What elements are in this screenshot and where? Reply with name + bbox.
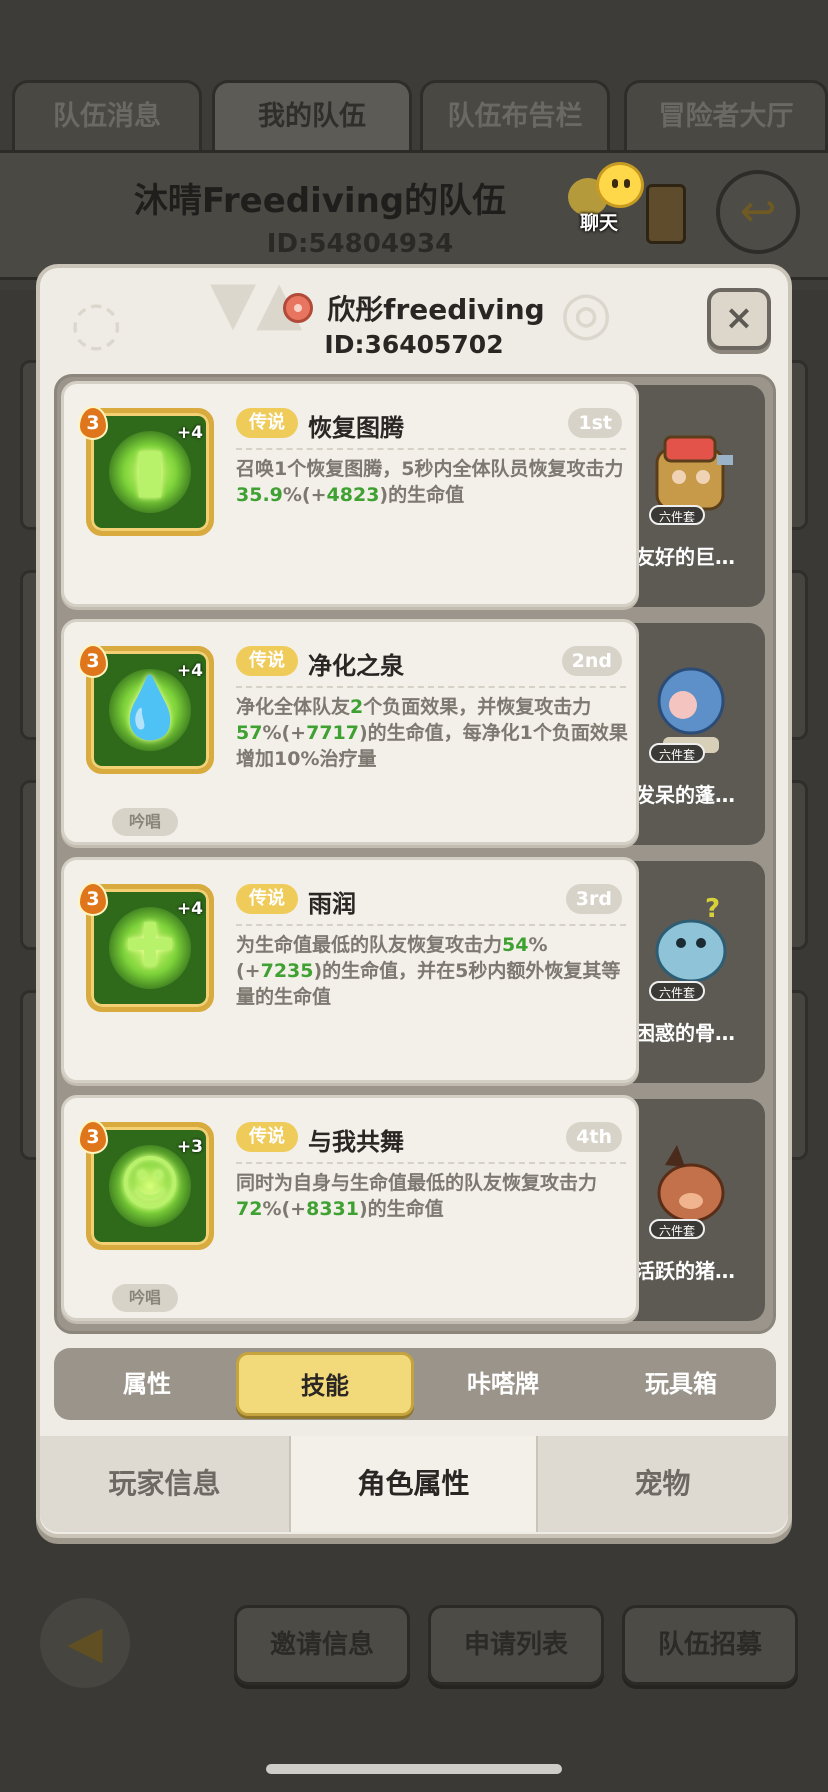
skill-name: 恢复图腾 [308,414,404,442]
rank-tag: 2nd [561,646,622,676]
skill-row: 六件套 友好的巨… ▮ +4 3 传说 恢复图腾 1st 召唤1个恢复图腾，5秒… [57,379,773,609]
skill-card[interactable]: 💧 +4 3 吟唱 传说 净化之泉 2nd 净化全体队友2个负面效果，并恢复攻击… [61,619,639,845]
player-id: ID:36405702 [324,330,504,359]
skill-row: 六件套 发呆的蓬… 💧 +4 3 吟唱 传说 净化之泉 2nd 净化全体队友2个… [57,617,773,847]
skill-card[interactable]: ▮ +4 3 传说 恢复图腾 1st 召唤1个恢复图腾，5秒内全体队员恢复攻击力… [61,381,639,607]
sub-tab-bar: 属性 技能 咔嗒牌 玩具箱 [54,1348,776,1420]
skill-plus-badge: +3 [176,1137,203,1157]
skill-level-badge: 3 [78,644,108,678]
team-name: 沐晴Freediving的队伍 [133,181,507,221]
back-arrow-icon[interactable]: ◀ [40,1598,130,1688]
skill-card[interactable]: ☺ +3 3 吟唱 传说 与我共舞 4th 同时为自身与生命值最低的队友恢复攻击… [61,1095,639,1321]
skill-description: 召唤1个恢复图腾，5秒内全体队员恢复攻击力35.9%(+4823)的生命值 [236,458,624,506]
skill-level-badge: 3 [78,882,108,916]
rarity-tag: 传说 [236,884,298,914]
skill-name: 雨润 [308,890,356,918]
pet-name: 友好的巨… [635,545,735,569]
divider [236,686,626,688]
tab-team-board[interactable]: 队伍布告栏 [420,80,610,152]
tab-pets[interactable]: 宠物 [538,1436,787,1532]
tab-character-attributes[interactable]: 角色属性 [289,1436,538,1532]
pet-panel[interactable]: 六件套 友好的巨… [617,385,765,607]
tab-team-messages[interactable]: 队伍消息 [12,80,202,152]
pet-set-badge: 六件套 [649,981,705,1001]
team-header: 沐晴Freediving的队伍 ID:54804934 [0,150,828,280]
modal-tab-bar: 玩家信息 角色属性 宠物 [40,1436,788,1532]
player-avatar-icon [283,293,314,323]
tab-kata-cards[interactable]: 咔嗒牌 [414,1348,592,1420]
rarity-tag: 传说 [236,646,298,676]
chat-label: 聊天 [580,212,619,234]
tab-skills[interactable]: 技能 [236,1352,414,1416]
pet-set-badge: 六件套 [649,1219,705,1239]
team-recruit-button[interactable]: 队伍招募 [622,1605,798,1685]
pet-name: 活跃的猪… [635,1259,735,1283]
skill-name: 与我共舞 [308,1128,404,1156]
chant-tag: 吟唱 [112,1284,178,1312]
return-icon[interactable]: ↩ [716,170,800,254]
chat-button[interactable]: 聊天 [566,158,646,238]
skill-level-badge: 3 [78,406,108,440]
skill-row: ? 六件套 困惑的骨… ✚ +4 3 传说 雨润 3rd 为生命值最低的队友恢复… [57,855,773,1085]
invite-info-button[interactable]: 邀请信息 [234,1605,410,1685]
chest-icon[interactable] [646,184,686,244]
skill-card[interactable]: ✚ +4 3 传说 雨润 3rd 为生命值最低的队友恢复攻击力54%(+7235… [61,857,639,1083]
skill-list[interactable]: 六件套 友好的巨… ▮ +4 3 传说 恢复图腾 1st 召唤1个恢复图腾，5秒… [54,374,776,1334]
pet-set-badge: 六件套 [649,743,705,763]
close-button[interactable]: × [707,288,771,350]
pet-name: 发呆的蓬… [635,783,735,807]
tab-player-info[interactable]: 玩家信息 [40,1436,289,1532]
divider [236,448,626,450]
tab-my-team[interactable]: 我的队伍 [212,80,412,152]
top-tab-bar: 队伍消息 我的队伍 队伍布告栏 冒险者大厅 [12,80,828,152]
pet-panel[interactable]: ? 六件套 困惑的骨… [617,861,765,1083]
tab-toy-box[interactable]: 玩具箱 [592,1348,770,1420]
pet-panel[interactable]: 六件套 发呆的蓬… [617,623,765,845]
tab-adventurer-hall[interactable]: 冒险者大厅 [624,80,828,152]
skill-plus-badge: +4 [176,423,203,443]
tab-attributes[interactable]: 属性 [58,1348,236,1420]
chat-emoji-icon [596,162,644,208]
skill-description: 为生命值最低的队友恢复攻击力54%(+7235)的生命值，并在5秒内额外恢复其等… [236,934,621,1008]
rank-tag: 4th [566,1122,622,1152]
player-name: 欣彤freediving [327,293,545,326]
skill-plus-badge: +4 [176,899,203,919]
rarity-tag: 传说 [236,408,298,438]
pet-name: 困惑的骨… [635,1021,735,1045]
application-list-button[interactable]: 申请列表 [428,1605,604,1685]
skill-level-badge: 3 [78,1120,108,1154]
skill-row: 六件套 活跃的猪… ☺ +3 3 吟唱 传说 与我共舞 4th 同时为自身与生命… [57,1093,773,1323]
pet-set-badge: 六件套 [649,505,705,525]
rank-tag: 1st [568,408,622,438]
skill-name: 净化之泉 [308,652,404,680]
pet-panel[interactable]: 六件套 活跃的猪… [617,1099,765,1321]
chant-tag: 吟唱 [112,808,178,836]
home-indicator [266,1764,562,1774]
divider [236,924,626,926]
divider [236,1162,626,1164]
player-detail-modal: ◌ ▼▲ ◎ 欣彤freediving ID:36405702 × 六件套 友好… [36,264,792,1538]
svg-text:?: ? [705,895,720,924]
rank-tag: 3rd [565,884,622,914]
skill-plus-badge: +4 [176,661,203,681]
rarity-tag: 传说 [236,1122,298,1152]
skill-description: 净化全体队友2个负面效果，并恢复攻击力57%(+7717)的生命值，每净化1个负… [236,696,628,770]
skill-description: 同时为自身与生命值最低的队友恢复攻击力72%(+8331)的生命值 [236,1172,598,1220]
player-name-row: 欣彤freediving [40,288,788,328]
